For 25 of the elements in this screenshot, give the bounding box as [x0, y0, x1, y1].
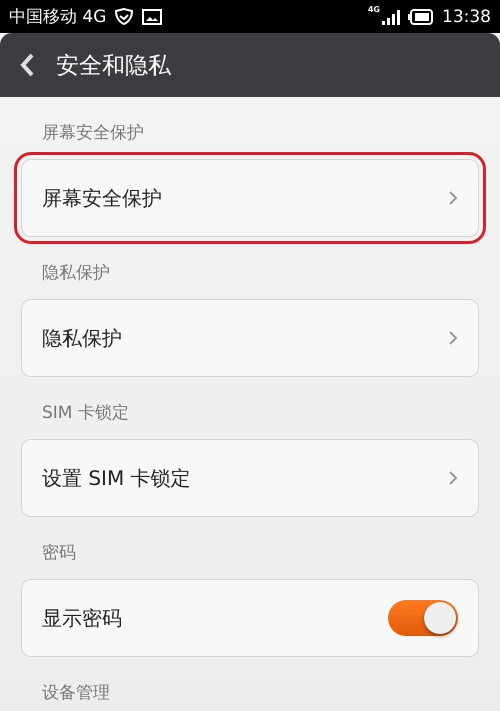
chevron-icon	[448, 470, 458, 486]
network-label: 4G	[368, 6, 380, 14]
row-label: 隐私保护	[42, 324, 123, 352]
section-heading: 密码	[41, 542, 77, 565]
toggle-switch[interactable]	[388, 600, 458, 636]
section-heading: 隐私保护	[41, 262, 111, 285]
chevron-icon	[448, 330, 458, 346]
row-label: 显示密码	[42, 604, 123, 632]
row-label: 屏幕安全保护	[42, 184, 163, 212]
carrier-text: 中国移动 4G	[9, 6, 106, 28]
settings-row[interactable]: 设置 SIM 卡锁定	[21, 439, 479, 517]
row-label: 设置 SIM 卡锁定	[42, 464, 192, 492]
back-icon[interactable]	[20, 53, 34, 77]
section-heading: SIM 卡锁定	[41, 402, 130, 425]
shield-icon	[114, 8, 134, 26]
image-icon	[142, 8, 162, 24]
page-title: 安全和隐私	[56, 52, 171, 80]
settings-row[interactable]: 显示密码	[21, 579, 479, 657]
chevron-icon	[448, 190, 458, 206]
battery-icon	[408, 8, 434, 24]
signal-icon	[382, 8, 400, 24]
section-heading: 屏幕安全保护	[41, 122, 145, 145]
section-heading: 设备管理	[41, 682, 111, 705]
clock-text: 13:38	[442, 6, 491, 26]
settings-row[interactable]: 隐私保护	[21, 299, 479, 377]
